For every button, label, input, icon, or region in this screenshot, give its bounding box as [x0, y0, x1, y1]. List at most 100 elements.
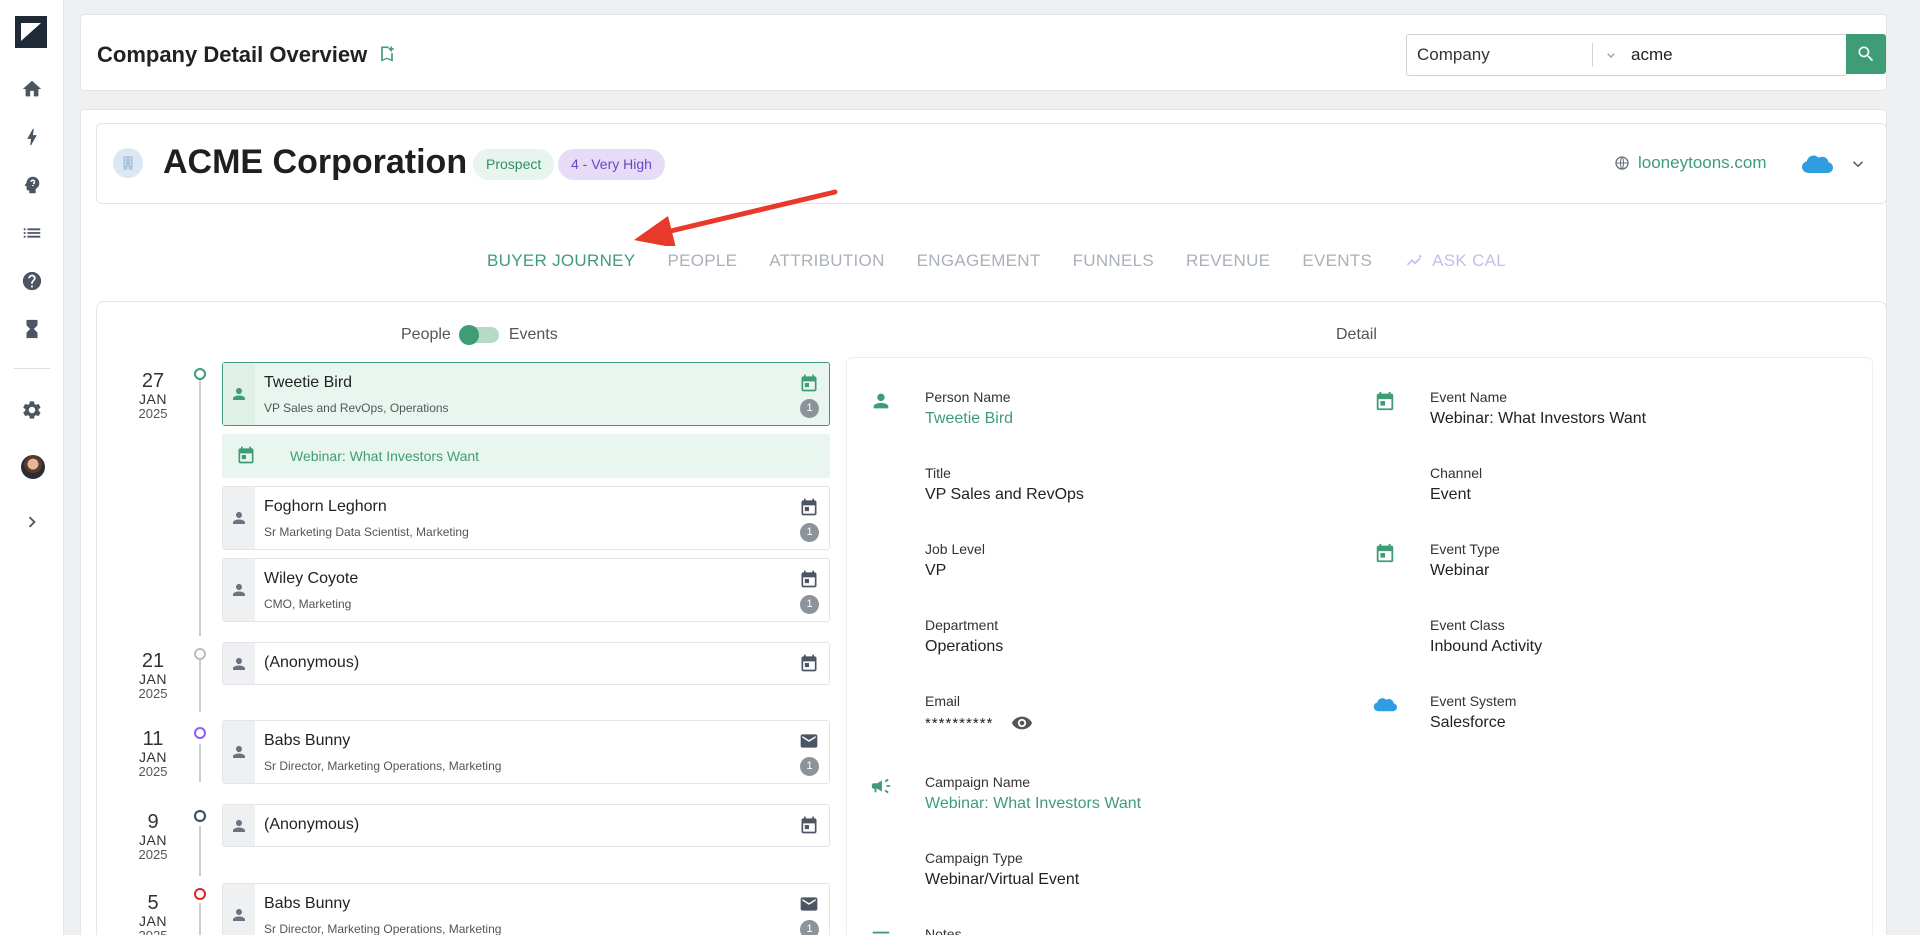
event-name-field: Event Name Webinar: What Investors Want [1430, 389, 1647, 427]
campaign-name-link[interactable]: Webinar: What Investors Want [925, 795, 1141, 813]
company-name: ACME Corporation [163, 143, 468, 181]
calendar-icon [238, 446, 254, 464]
sidebar [0, 0, 64, 935]
person-icon [873, 393, 889, 409]
person-icon [223, 643, 255, 684]
bookmark-add-icon[interactable] [377, 43, 397, 65]
tab-revenue[interactable]: REVENUE [1170, 251, 1286, 271]
sub-event-row[interactable]: Webinar: What Investors Want [222, 434, 830, 478]
timeline-item[interactable]: Tweetie Bird VP Sales and RevOps, Operat… [222, 362, 830, 426]
user-avatar[interactable] [21, 455, 45, 479]
tab-events[interactable]: EVENTS [1286, 251, 1388, 271]
search-type-select[interactable]: Company [1407, 35, 1592, 75]
event-system-field: Event System Salesforce [1430, 693, 1517, 731]
tab-engagement[interactable]: ENGAGEMENT [901, 251, 1057, 271]
person-name: Wiley Coyote [264, 570, 359, 587]
app-logo[interactable] [15, 16, 47, 48]
calendar-icon [801, 374, 817, 392]
tab-funnels[interactable]: FUNNELS [1057, 251, 1170, 271]
search-input[interactable] [1631, 35, 1811, 75]
timeline-dot [194, 888, 206, 900]
tab-attribution[interactable]: ATTRIBUTION [753, 251, 900, 271]
timeline-item[interactable]: Foghorn Leghorn Sr Marketing Data Scient… [222, 486, 830, 550]
salesforce-cloud-icon[interactable] [1801, 153, 1833, 175]
department-field: Department Operations [925, 617, 1004, 655]
priority-badge: 4 - Very High [558, 149, 665, 180]
timeline-date: 27 JAN 2025 [138, 370, 168, 421]
person-title: Sr Marketing Data Scientist, Marketing [264, 525, 469, 539]
tab-buyer-journey[interactable]: BUYER JOURNEY [487, 251, 651, 271]
sub-event-name[interactable]: Webinar: What Investors Want [290, 448, 479, 464]
search-bar: Company [1406, 34, 1847, 76]
timeline-item[interactable]: (Anonymous) [222, 804, 830, 847]
website-text[interactable]: looneytoons.com [1638, 153, 1767, 173]
settings-gear-icon[interactable] [18, 396, 46, 424]
tab-ask-cal-label[interactable]: ASK CAL [1432, 251, 1506, 271]
channel-field: Channel Event [1430, 465, 1483, 503]
event-count-badge: 1 [800, 595, 819, 614]
chevron-down-icon[interactable] [1603, 47, 1619, 63]
person-icon [223, 721, 255, 783]
detail-heading: Detail [1336, 326, 1377, 343]
page-title: Company Detail Overview [97, 42, 368, 67]
timeline-line [199, 380, 201, 636]
person-name-field: Person Name Tweetie Bird [925, 389, 1014, 428]
person-icon [223, 487, 255, 549]
eye-reveal-icon[interactable] [1011, 712, 1033, 734]
search-button[interactable] [1846, 34, 1886, 74]
calendar-icon [801, 816, 817, 834]
timeline-dot [194, 810, 206, 822]
person-title: CMO, Marketing [264, 597, 352, 611]
event-count-badge: 1 [800, 523, 819, 542]
home-icon[interactable] [18, 75, 46, 103]
timeline-date: 5JAN2025 [139, 892, 168, 935]
person-title: Sr Director, Marketing Operations, Marke… [264, 922, 502, 935]
job-level-field: Job Level VP [925, 541, 985, 579]
people-events-toggle[interactable] [458, 325, 499, 345]
notes-icon [872, 931, 890, 934]
trend-sparkle-icon [1407, 254, 1423, 266]
tab-ask-cal[interactable]: ASK CAL [1388, 251, 1522, 271]
hourglass-icon[interactable] [18, 315, 46, 343]
event-type-field: Event Type Webinar [1430, 541, 1500, 579]
masked-email: ********** [925, 714, 994, 732]
chevron-right-icon[interactable] [18, 508, 46, 536]
lightning-icon[interactable] [18, 123, 46, 151]
email-envelope-icon [800, 897, 818, 911]
person-title: VP Sales and RevOps, Operations [264, 401, 449, 415]
person-name-link[interactable]: Tweetie Bird [925, 410, 1013, 428]
brain-insights-icon[interactable] [18, 171, 46, 199]
campaign-type-field: Campaign Type Webinar/Virtual Event [925, 850, 1080, 888]
timeline-item[interactable]: Babs Bunny Sr Director, Marketing Operat… [222, 720, 830, 784]
timeline-line [199, 826, 201, 876]
top-bar: Company Detail Overview Company [80, 14, 1887, 91]
status-badge: Prospect [473, 149, 555, 180]
person-icon [223, 559, 255, 621]
timeline-dot [194, 648, 206, 660]
timeline-item[interactable]: (Anonymous) [222, 642, 830, 685]
detail-tabs: BUYER JOURNEY PEOPLE ATTRIBUTION ENGAGEM… [487, 251, 1522, 271]
timeline-dot [194, 727, 206, 739]
calendar-icon [801, 570, 817, 588]
toggle-label-events: Events [508, 326, 558, 343]
title-field: Title VP Sales and RevOps [925, 465, 1084, 503]
calendar-icon [801, 654, 817, 672]
person-name: Babs Bunny [264, 732, 351, 749]
event-count-badge: 1 [800, 757, 819, 776]
help-icon[interactable] [18, 267, 46, 295]
list-icon[interactable] [18, 219, 46, 247]
person-name: Babs Bunny [264, 895, 351, 912]
person-name: (Anonymous) [264, 654, 360, 671]
event-class-field: Event Class Inbound Activity [1430, 617, 1543, 655]
search-icon [1858, 46, 1874, 62]
megaphone-icon [871, 778, 891, 794]
tab-people[interactable]: PEOPLE [651, 251, 753, 271]
expand-chevron-icon[interactable] [1849, 155, 1867, 173]
person-name: Foghorn Leghorn [264, 498, 387, 515]
people-events-toggle-row: People Events [401, 325, 558, 345]
website-link[interactable]: looneytoons.com [1614, 153, 1767, 173]
timeline-item[interactable]: Babs Bunny Sr Director, Marketing Operat… [222, 883, 830, 935]
person-name: Tweetie Bird [264, 374, 353, 391]
timeline-item[interactable]: Wiley Coyote CMO, Marketing 1 [222, 558, 830, 622]
calendar-icon [1376, 391, 1394, 411]
